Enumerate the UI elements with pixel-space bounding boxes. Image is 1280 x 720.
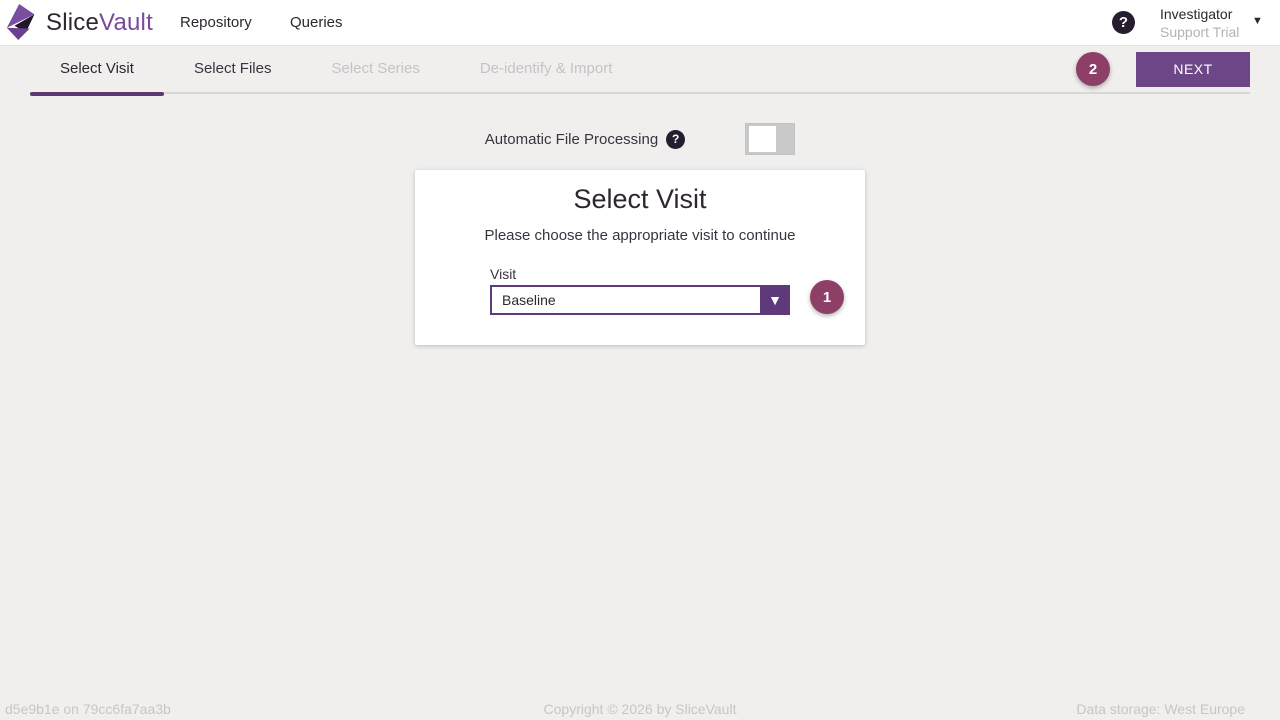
next-button[interactable]: NEXT [1136, 52, 1250, 87]
footer-version: d5e9b1e on 79cc6fa7aa3b [5, 701, 171, 717]
wizard-tabbar: Select Visit Select Files Select Series … [30, 46, 1250, 94]
nav-item-repository[interactable]: Repository [180, 0, 252, 46]
step-count-badge: 2 [1076, 52, 1110, 86]
chevron-down-icon[interactable]: ▼ [1252, 15, 1263, 27]
tab-select-files[interactable]: Select Files [164, 45, 302, 93]
tab-select-visit[interactable]: Select Visit [30, 45, 164, 93]
auto-processing-label: Automatic File Processing [485, 131, 658, 148]
tab-select-series: Select Series [301, 45, 449, 93]
card-subtitle: Please choose the appropriate visit to c… [415, 227, 865, 244]
toggle-knob [749, 126, 776, 152]
visit-select-value: Baseline [492, 292, 760, 308]
visit-field-label: Visit [490, 266, 516, 282]
card-title: Select Visit [415, 184, 865, 215]
step-one-badge: 1 [810, 280, 844, 314]
select-visit-card: Select Visit Please choose the appropria… [415, 170, 865, 345]
footer-data-storage: Data storage: West Europe [1076, 701, 1245, 717]
slicevault-logo-icon [4, 3, 42, 41]
question-icon[interactable]: ? [666, 130, 685, 149]
help-icon[interactable]: ? [1112, 11, 1135, 34]
nav-item-queries[interactable]: Queries [290, 0, 343, 46]
auto-processing-row: Automatic File Processing ? [0, 121, 1280, 157]
tab-deidentify-import: De-identify & Import [450, 45, 643, 93]
auto-processing-toggle[interactable] [745, 123, 795, 155]
brand-title: SliceVault [46, 0, 153, 46]
app-header: SliceVault Repository Queries ? Investig… [0, 0, 1280, 46]
brand-part-vault: Vault [99, 9, 153, 36]
user-name: Investigator [1160, 5, 1239, 23]
user-menu[interactable]: Investigator Support Trial [1160, 5, 1239, 41]
visit-select[interactable]: Baseline ▼ [490, 285, 790, 315]
brand-part-slice: Slice [46, 9, 99, 36]
dropdown-arrow-icon: ▼ [760, 285, 790, 315]
user-role: Support Trial [1160, 23, 1239, 41]
